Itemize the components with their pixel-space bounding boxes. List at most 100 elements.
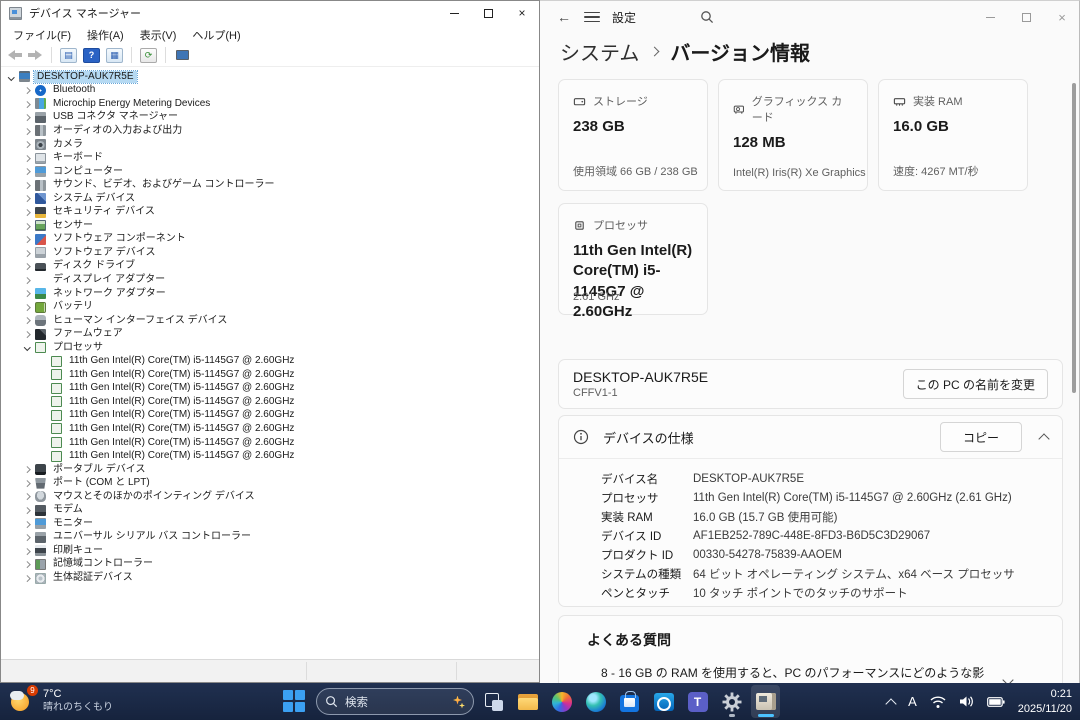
chevron-collapsed-icon[interactable] [22, 545, 33, 556]
tree-item-label[interactable]: キーボード [50, 152, 106, 164]
tree-item-label[interactable]: DESKTOP-AUK7R5E [33, 69, 138, 84]
chevron-collapsed-icon[interactable] [22, 288, 33, 299]
help-icon[interactable]: ? [83, 47, 100, 63]
tree-item[interactable]: USB コネクタ マネージャー [1, 111, 539, 125]
tree-item[interactable]: キーボード [1, 151, 539, 165]
chevron-collapsed-icon[interactable] [22, 247, 33, 258]
chevron-collapsed-icon[interactable] [22, 98, 33, 109]
tree-item[interactable]: ファームウェア [1, 327, 539, 341]
tree-item-label[interactable]: ヒューマン インターフェイス デバイス [50, 315, 230, 327]
computer-icon[interactable] [174, 48, 191, 63]
tree-item-label[interactable]: USB コネクタ マネージャー [50, 111, 181, 123]
tree-item-label[interactable]: マウスとそのほかのポインティング デバイス [50, 491, 258, 503]
tree-item-label[interactable]: セキュリティ デバイス [50, 206, 158, 218]
tree-item-label[interactable]: カメラ [50, 139, 86, 151]
close-button[interactable]: × [505, 1, 539, 25]
tray-chevron-icon[interactable] [885, 697, 897, 710]
tree-item-label[interactable]: ファームウェア [50, 328, 126, 340]
tree-item[interactable]: 11th Gen Intel(R) Core(TM) i5-1145G7 @ 2… [1, 382, 539, 396]
menu-help[interactable]: ヘルプ(H) [184, 25, 248, 45]
copy-button[interactable]: コピー [940, 422, 1022, 452]
chevron-collapsed-icon[interactable] [22, 315, 33, 326]
tree-item[interactable]: ユニバーサル シリアル バス コントローラー [1, 531, 539, 545]
chevron-collapsed-icon[interactable] [22, 274, 33, 285]
clock[interactable]: 0:21 2025/11/20 [1018, 687, 1072, 717]
chevron-collapsed-icon[interactable] [22, 505, 33, 516]
chevron-collapsed-icon[interactable] [22, 491, 33, 502]
menu-action[interactable]: 操作(A) [79, 25, 132, 45]
wifi-icon[interactable] [930, 695, 946, 709]
tree-item[interactable]: ポート (COM と LPT) [1, 476, 539, 490]
tree-item-label[interactable]: 11th Gen Intel(R) Core(TM) i5-1145G7 @ 2… [66, 369, 297, 381]
properties-icon[interactable]: ▦ [106, 47, 123, 63]
tree-item[interactable]: 記憶域コントローラー [1, 558, 539, 572]
tree-item[interactable]: 11th Gen Intel(R) Core(TM) i5-1145G7 @ 2… [1, 449, 539, 463]
tree-item[interactable]: ソフトウェア コンポーネント [1, 233, 539, 247]
tree-item[interactable]: 印刷キュー [1, 544, 539, 558]
tree-item-label[interactable]: 生体認証デバイス [50, 572, 136, 584]
microsoft-store-icon[interactable] [615, 685, 644, 718]
tree-item-label[interactable]: 11th Gen Intel(R) Core(TM) i5-1145G7 @ 2… [66, 396, 297, 408]
chevron-collapsed-icon[interactable] [22, 125, 33, 136]
tree-item[interactable]: プロセッサ [1, 341, 539, 355]
weather-widget[interactable]: 9 7°C 晴れのちくもり [10, 684, 113, 714]
scrollbar[interactable] [1072, 79, 1076, 669]
tree-item-label[interactable]: Bluetooth [50, 84, 98, 96]
tree-item[interactable]: コンピューター [1, 165, 539, 179]
close-button[interactable]: × [1044, 1, 1079, 33]
tree-item-label[interactable]: ポート (COM と LPT) [50, 477, 153, 489]
tree-item[interactable]: オーディオの入力および出力 [1, 124, 539, 138]
tree-item-label[interactable]: サウンド、ビデオ、およびゲーム コントローラー [50, 179, 277, 191]
tree-item-label[interactable]: Microchip Energy Metering Devices [50, 98, 213, 110]
battery-icon[interactable] [986, 696, 1005, 708]
ime-indicator[interactable]: A [908, 694, 917, 709]
search-icon[interactable] [700, 10, 714, 24]
tree-item-label[interactable]: オーディオの入力および出力 [50, 125, 185, 137]
edge-icon[interactable] [581, 685, 610, 718]
faq-question[interactable]: 8 - 16 GB の RAM を使用すると、PC のパフォーマンスにどのような… [601, 664, 986, 683]
tree-item[interactable]: Bluetooth [1, 84, 539, 98]
tree-item-label[interactable]: センサー [50, 220, 96, 232]
tree-item[interactable]: カメラ [1, 138, 539, 152]
tree-item-label[interactable]: ソフトウェア デバイス [50, 247, 158, 259]
tree-item[interactable]: 11th Gen Intel(R) Core(TM) i5-1145G7 @ 2… [1, 422, 539, 436]
menu-view[interactable]: 表示(V) [132, 25, 185, 45]
tree-item-label[interactable]: モデム [50, 504, 86, 516]
tree-item[interactable]: モニター [1, 517, 539, 531]
chevron-collapsed-icon[interactable] [22, 559, 33, 570]
device-manager-titlebar[interactable]: デバイス マネージャー × [1, 1, 539, 25]
tree-item-label[interactable]: 記憶域コントローラー [50, 558, 156, 570]
search-box[interactable]: 検索 [316, 688, 474, 715]
tree-item-label[interactable]: システム デバイス [50, 193, 138, 205]
tree-item-label[interactable]: ポータブル デバイス [50, 464, 148, 476]
device-manager-icon[interactable] [751, 685, 780, 718]
tree-item[interactable]: DESKTOP-AUK7R5E [1, 69, 539, 84]
chevron-down-icon[interactable] [1002, 674, 1014, 683]
chevron-collapsed-icon[interactable] [22, 180, 33, 191]
chevron-collapsed-icon[interactable] [22, 261, 33, 272]
tree-item[interactable]: ディスク ドライブ [1, 260, 539, 274]
back-arrow-icon[interactable] [7, 50, 22, 60]
rename-pc-button[interactable]: この PC の名前を変更 [902, 369, 1048, 399]
tree-item-label[interactable]: ディスク ドライブ [50, 260, 138, 272]
chevron-collapsed-icon[interactable] [22, 166, 33, 177]
chevron-expanded-icon[interactable] [22, 342, 33, 353]
chevron-collapsed-icon[interactable] [22, 464, 33, 475]
chevron-collapsed-icon[interactable] [22, 234, 33, 245]
chevron-collapsed-icon[interactable] [22, 207, 33, 218]
scan-hardware-icon[interactable]: ⟳ [140, 47, 157, 63]
tree-item-label[interactable]: ネットワーク アダプター [50, 288, 169, 300]
chevron-collapsed-icon[interactable] [22, 329, 33, 340]
speaker-icon[interactable] [959, 695, 974, 708]
tree-item[interactable]: Microchip Energy Metering Devices [1, 97, 539, 111]
file-explorer-icon[interactable] [513, 685, 542, 718]
copilot-icon[interactable] [547, 685, 576, 718]
tree-item[interactable]: 11th Gen Intel(R) Core(TM) i5-1145G7 @ 2… [1, 409, 539, 423]
chevron-collapsed-icon[interactable] [22, 153, 33, 164]
hamburger-menu-icon[interactable] [584, 11, 600, 23]
tree-item[interactable]: 生体認証デバイス [1, 571, 539, 585]
tree-item[interactable]: バッテリ [1, 300, 539, 314]
tree-item-label[interactable]: モニター [50, 518, 96, 530]
minimize-button[interactable] [972, 1, 1008, 33]
show-window-icon[interactable]: ▤ [60, 47, 77, 63]
